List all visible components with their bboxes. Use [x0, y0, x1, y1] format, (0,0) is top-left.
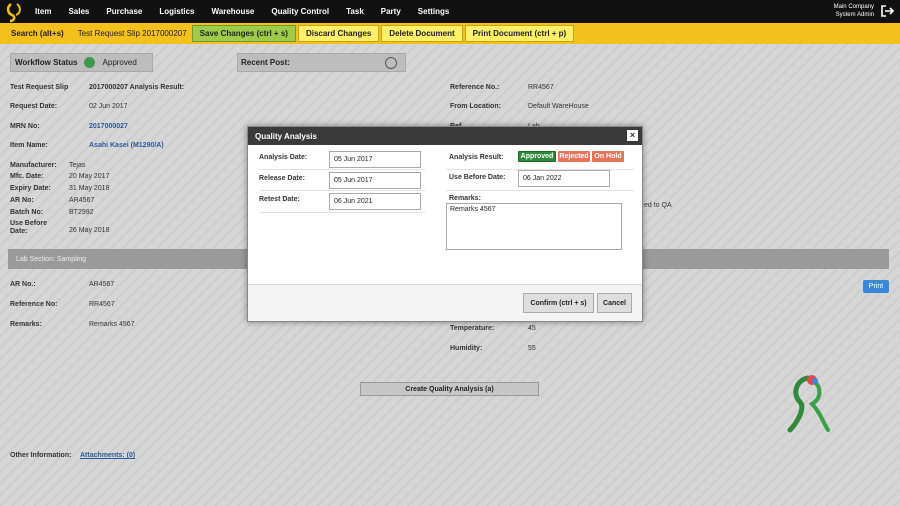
- create-quality-analysis-button[interactable]: Create Quality Analysis (a): [360, 382, 539, 396]
- discard-changes-button[interactable]: Discard Changes: [297, 25, 380, 42]
- modal-footer: Confirm (ctrl + s) Cancel: [248, 284, 642, 321]
- divider: [259, 190, 425, 191]
- request-date-value: 02 Jun 2017: [89, 103, 128, 110]
- humidity-label: Humidity:: [450, 345, 483, 352]
- main-menu: Item Sales Purchase Logistics Warehouse …: [35, 7, 466, 16]
- use-before-date-input[interactable]: 06 Jan 2022: [518, 170, 610, 187]
- partial-qa-text: ed to QA: [644, 202, 672, 209]
- logout-icon[interactable]: [880, 4, 895, 18]
- save-changes-button[interactable]: Save Changes (ctrl + s): [191, 25, 296, 42]
- from-location-label: From Location:: [450, 103, 501, 110]
- app-logo-icon[interactable]: [4, 1, 26, 23]
- recent-post-icon[interactable]: [385, 57, 397, 69]
- reference-no-label: Reference No.:: [450, 84, 500, 91]
- divider: [446, 169, 634, 170]
- trs-value: 2017000207 Analysis Result:: [89, 84, 185, 91]
- lab-remarks-value: Remarks 4567: [89, 321, 135, 328]
- from-location-value: Default WareHouse: [528, 103, 589, 110]
- menu-item-sales[interactable]: Sales: [68, 7, 89, 16]
- retest-date-input[interactable]: 06 Jun 2021: [329, 193, 421, 210]
- cancel-button[interactable]: Cancel: [597, 293, 632, 313]
- workflow-status-value: Approved: [102, 58, 137, 67]
- mrn-link[interactable]: 2017000027: [89, 123, 128, 130]
- top-nav: Item Sales Purchase Logistics Warehouse …: [0, 0, 900, 23]
- mrn-label: MRN No:: [10, 123, 40, 130]
- trs-label: Test Request Slip: [10, 84, 69, 91]
- user-info[interactable]: Main Company System Admin: [834, 3, 874, 19]
- use-before-label: Use Before Date:: [10, 220, 47, 235]
- ar-no-label: AR No:: [10, 197, 34, 204]
- lab-print-button[interactable]: Print: [863, 280, 889, 293]
- use-before-value: 26 May 2018: [69, 227, 110, 234]
- analysis-date-label: Analysis Date:: [259, 154, 308, 161]
- document-toolbar: Search (alt+s) Test Request Slip 2017000…: [0, 23, 900, 44]
- approved-option[interactable]: Approved: [518, 151, 556, 162]
- confirm-button[interactable]: Confirm (ctrl + s): [523, 293, 594, 313]
- release-date-input[interactable]: 05 Jun 2017: [329, 172, 421, 189]
- brand-logo-icon: [786, 372, 832, 436]
- use-before-date-label: Use Before Date:: [449, 174, 506, 181]
- remarks-label: Remarks:: [449, 195, 481, 202]
- menu-item-warehouse[interactable]: Warehouse: [212, 7, 255, 16]
- workflow-status-label: Workflow Status: [15, 58, 78, 67]
- close-icon[interactable]: ×: [627, 130, 638, 141]
- lab-ar-value: AR4567: [89, 281, 115, 288]
- lab-remarks-label: Remarks:: [10, 321, 42, 328]
- menu-item-quality-control[interactable]: Quality Control: [271, 7, 329, 16]
- document-title: Test Request Slip 2017000207: [77, 29, 187, 38]
- item-name-label: Item Name:: [10, 142, 48, 149]
- attachments-link[interactable]: Attachments: (0): [80, 452, 135, 459]
- divider: [446, 190, 634, 191]
- batch-no-value: BT2992: [69, 209, 94, 216]
- divider: [259, 212, 425, 213]
- manufacturer-value: Tejas: [69, 162, 86, 169]
- on-hold-option[interactable]: On Hold: [592, 151, 624, 162]
- analysis-result-label: Analysis Result:: [449, 154, 504, 161]
- lab-ar-label: AR No.:: [10, 281, 36, 288]
- ar-no-value: AR4567: [69, 197, 95, 204]
- reference-no-value: RR4567: [528, 84, 554, 91]
- lab-reference-value: RR4567: [89, 301, 115, 308]
- status-dot-icon: [83, 57, 95, 68]
- humidity-value: 55: [528, 345, 536, 352]
- retest-date-label: Retest Date:: [259, 196, 300, 203]
- print-document-button[interactable]: Print Document (ctrl + p): [464, 25, 575, 42]
- menu-item-purchase[interactable]: Purchase: [106, 7, 142, 16]
- modal-header: Quality Analysis ×: [248, 127, 642, 145]
- batch-no-label: Batch No:: [10, 209, 44, 216]
- lab-reference-label: Reference No:: [10, 301, 58, 308]
- menu-item-task[interactable]: Task: [346, 7, 364, 16]
- temperature-label: Temperature:: [450, 325, 495, 332]
- recent-post[interactable]: Recent Post:: [237, 53, 406, 72]
- other-information-label: Other Information:: [10, 452, 72, 459]
- remarks-textarea[interactable]: Remarks 4567: [446, 203, 622, 250]
- item-name-link[interactable]: Asahi Kasei (M1290/A): [89, 142, 164, 149]
- release-date-label: Release Date:: [259, 175, 305, 182]
- rejected-option[interactable]: Rejected: [558, 151, 590, 162]
- menu-item-party[interactable]: Party: [381, 7, 401, 16]
- search-button[interactable]: Search (alt+s): [4, 25, 71, 42]
- expiry-date-value: 31 May 2018: [69, 185, 110, 192]
- delete-document-button[interactable]: Delete Document: [381, 25, 463, 42]
- user-name: System Admin: [835, 12, 874, 18]
- workflow-status: Workflow Status Approved: [10, 53, 153, 72]
- menu-item-logistics[interactable]: Logistics: [159, 7, 194, 16]
- recent-post-label: Recent Post:: [241, 58, 290, 67]
- quality-analysis-modal: Quality Analysis × Analysis Date: 05 Jun…: [247, 126, 643, 322]
- request-date-label: Request Date:: [10, 103, 58, 110]
- manufacturer-label: Manufacturer:: [10, 162, 57, 169]
- mfc-date-label: Mfc. Date:: [10, 173, 44, 180]
- company-name: Main Company: [833, 4, 874, 10]
- expiry-date-label: Expiry Date:: [10, 185, 51, 192]
- temperature-value: 45: [528, 325, 536, 332]
- analysis-date-input[interactable]: 05 Jun 2017: [329, 151, 421, 168]
- modal-title: Quality Analysis: [255, 131, 317, 141]
- menu-item-item[interactable]: Item: [35, 7, 51, 16]
- mfc-date-value: 20 May 2017: [69, 173, 110, 180]
- divider: [259, 169, 425, 170]
- menu-item-settings[interactable]: Settings: [418, 7, 450, 16]
